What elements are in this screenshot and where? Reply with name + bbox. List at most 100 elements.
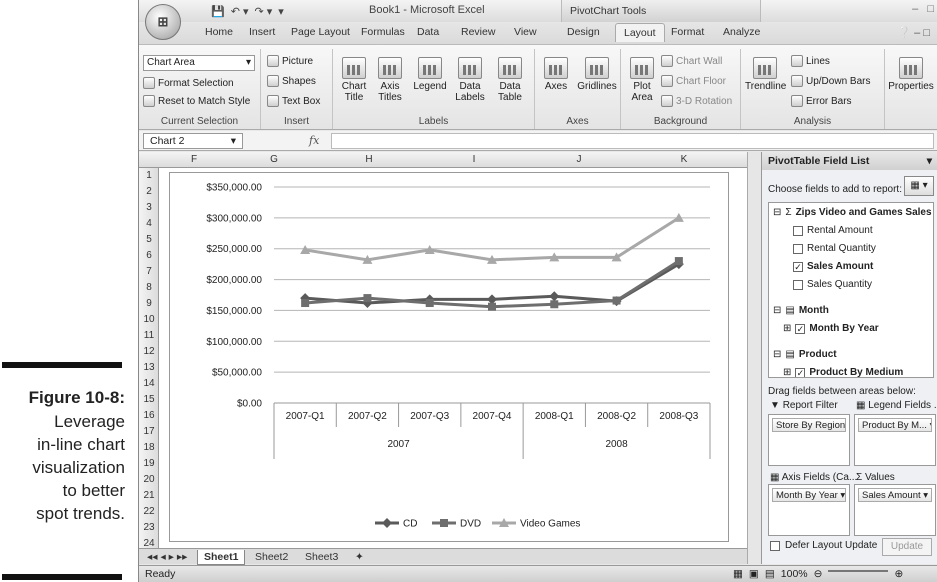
- help-icon[interactable]: ❔ – □: [897, 26, 930, 39]
- axis-titles-button[interactable]: Axis Titles: [375, 57, 405, 103]
- row-header[interactable]: 16: [139, 410, 159, 421]
- sheet-tab[interactable]: Sheet3: [299, 550, 344, 564]
- row-header[interactable]: 6: [139, 250, 159, 261]
- values-item[interactable]: Sales Amount ▾: [858, 488, 932, 502]
- sheet-nav-arrows[interactable]: ◂◂ ◂ ▸ ▸▸: [141, 550, 193, 564]
- picture-button[interactable]: Picture: [267, 55, 313, 67]
- tab-home[interactable]: Home: [205, 26, 233, 38]
- lines-button[interactable]: Lines: [791, 55, 830, 67]
- undo-icon[interactable]: ↶ ▾: [231, 5, 249, 18]
- sheet-tab[interactable]: Sheet2: [249, 550, 294, 564]
- row-header[interactable]: 3: [139, 202, 159, 213]
- field-item[interactable]: ⊞ ✓ Month By Year: [783, 323, 879, 334]
- tab-page-layout[interactable]: Page Layout: [291, 26, 350, 38]
- rotation-button[interactable]: 3-D Rotation: [661, 95, 732, 107]
- tab-data[interactable]: Data: [417, 26, 439, 38]
- zoom-out-icon[interactable]: ⊖: [814, 568, 823, 580]
- minimize-icon[interactable]: –: [912, 3, 918, 15]
- zoom-level[interactable]: 100%: [781, 568, 808, 580]
- row-header[interactable]: 19: [139, 458, 159, 469]
- shapes-button[interactable]: Shapes: [267, 75, 316, 87]
- row-header[interactable]: 8: [139, 282, 159, 293]
- field-checkbox[interactable]: ✓: [795, 323, 806, 334]
- field-group[interactable]: ⊟ ▤ Month: [773, 305, 829, 316]
- field-item[interactable]: Sales Quantity: [793, 279, 872, 290]
- row-header[interactable]: 10: [139, 314, 159, 325]
- sheet-tab[interactable]: Sheet1: [197, 550, 246, 565]
- tab-analyze[interactable]: Analyze: [723, 26, 760, 38]
- chevron-down-icon[interactable]: ▾: [927, 155, 932, 167]
- data-table-button[interactable]: Data Table: [493, 57, 527, 103]
- column-header[interactable]: J: [529, 154, 629, 165]
- row-header[interactable]: 11: [139, 330, 159, 341]
- field-item[interactable]: Rental Quantity: [793, 243, 876, 254]
- axes-button[interactable]: Axes: [539, 57, 573, 92]
- chart-element-combo[interactable]: Chart Area ▾: [143, 55, 255, 71]
- chart-floor-button[interactable]: Chart Floor: [661, 75, 726, 87]
- text-box-button[interactable]: Text Box: [267, 95, 320, 107]
- properties-button[interactable]: Properties: [887, 57, 935, 92]
- row-header[interactable]: 5: [139, 234, 159, 245]
- field-group[interactable]: ⊟ Σ Zips Video and Games Sales ...: [773, 207, 933, 218]
- defer-checkbox[interactable]: [770, 540, 780, 551]
- customize-qat-icon[interactable]: ▾: [278, 5, 284, 18]
- tab-insert[interactable]: Insert: [249, 26, 275, 38]
- field-layout-button[interactable]: ▦ ▾: [904, 176, 934, 196]
- legend-button[interactable]: Legend: [413, 57, 447, 92]
- vertical-scrollbar[interactable]: [747, 152, 761, 564]
- row-header[interactable]: 23: [139, 522, 159, 533]
- zoom-in-icon[interactable]: ⊕: [894, 568, 903, 580]
- function-icon[interactable]: fx: [309, 134, 319, 147]
- collapse-icon[interactable]: ⊟: [773, 207, 781, 218]
- row-header[interactable]: 13: [139, 362, 159, 373]
- error-bars-button[interactable]: Error Bars: [791, 95, 852, 107]
- row-header[interactable]: 2: [139, 186, 159, 197]
- page-layout-view-icon[interactable]: ▣: [749, 568, 759, 580]
- field-checkbox[interactable]: [793, 225, 803, 236]
- pivot-chart[interactable]: $0.00 $50,000.00 $100,000.00 $150,000.00 $20…: [169, 172, 729, 542]
- redo-icon[interactable]: ↷ ▾: [255, 5, 273, 18]
- column-header[interactable]: G: [229, 154, 319, 165]
- legend-field-item[interactable]: Product By M... ▾: [858, 418, 932, 432]
- row-header[interactable]: 22: [139, 506, 159, 517]
- column-header[interactable]: F: [159, 154, 229, 165]
- format-selection-button[interactable]: Format Selection: [143, 77, 234, 89]
- row-header[interactable]: 18: [139, 442, 159, 453]
- tab-format[interactable]: Format: [671, 26, 704, 38]
- field-item[interactable]: ⊞ ✓ Product By Medium: [783, 367, 903, 377]
- page-break-view-icon[interactable]: ▤: [765, 568, 775, 580]
- column-header[interactable]: H: [319, 154, 419, 165]
- field-item[interactable]: ✓ Sales Amount: [793, 261, 873, 272]
- tab-layout[interactable]: Layout: [615, 23, 665, 42]
- axis-fields-area[interactable]: Month By Year ▾: [768, 484, 850, 536]
- data-labels-button[interactable]: Data Labels: [453, 57, 487, 103]
- trendline-button[interactable]: Trendline: [745, 57, 786, 92]
- field-checkbox[interactable]: ✓: [795, 367, 806, 377]
- row-header[interactable]: 1: [139, 170, 159, 181]
- collapse-icon[interactable]: ⊟: [773, 305, 781, 316]
- field-checkbox[interactable]: [793, 243, 803, 254]
- row-header[interactable]: 20: [139, 474, 159, 485]
- collapse-icon[interactable]: ⊟: [773, 349, 781, 360]
- field-checkbox[interactable]: ✓: [793, 261, 803, 272]
- axis-field-item[interactable]: Month By Year ▾: [772, 488, 846, 502]
- column-header[interactable]: K: [629, 154, 739, 165]
- insert-sheet-icon[interactable]: ✦: [349, 550, 370, 564]
- defer-layout-update[interactable]: Defer Layout Update: [770, 540, 877, 551]
- zoom-slider[interactable]: [828, 570, 889, 572]
- name-box[interactable]: Chart 2 ▾: [143, 133, 243, 149]
- field-group[interactable]: ⊟ ▤ Product: [773, 349, 837, 360]
- save-icon[interactable]: 💾: [211, 5, 225, 18]
- expand-icon[interactable]: ⊞: [783, 367, 791, 377]
- formula-input[interactable]: [331, 133, 934, 149]
- row-header[interactable]: 12: [139, 346, 159, 357]
- row-header[interactable]: 21: [139, 490, 159, 501]
- plot-area-button[interactable]: Plot Area: [625, 57, 659, 103]
- column-header[interactable]: I: [419, 154, 529, 165]
- expand-icon[interactable]: ⊞: [783, 323, 791, 334]
- office-button[interactable]: ⊞: [145, 4, 181, 40]
- row-header[interactable]: 4: [139, 218, 159, 229]
- field-checkbox[interactable]: [793, 279, 803, 290]
- row-header[interactable]: 15: [139, 394, 159, 405]
- report-filter-item[interactable]: Store By Region ▾: [772, 418, 846, 432]
